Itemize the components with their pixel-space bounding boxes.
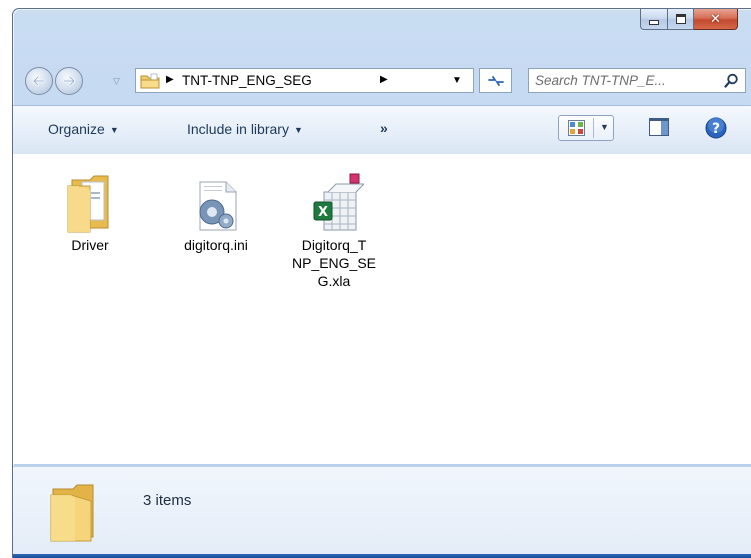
back-button[interactable] <box>25 67 53 95</box>
search-icon[interactable] <box>724 73 739 88</box>
chevron-down-icon: ▼ <box>109 125 119 135</box>
minimize-icon <box>649 19 659 25</box>
navigation-row: ▽ ▶ TNT-TNP_ENG_SEG ▶ ▼ <box>13 62 751 95</box>
svg-text:?: ? <box>712 121 720 137</box>
forward-button[interactable] <box>55 67 83 95</box>
change-view-button[interactable]: ▼ <box>558 115 614 141</box>
folder-icon <box>140 73 160 89</box>
breadcrumb-separator[interactable]: ▶ <box>166 74 174 85</box>
file-name: Digitorq_T NP_ENG_SE G.xla <box>291 237 377 289</box>
more-commands-button[interactable]: » <box>380 120 388 136</box>
config-settings-file-icon <box>199 181 237 231</box>
details-pane: 3 items <box>13 466 751 558</box>
refresh-arrows-icon <box>487 75 504 86</box>
file-list[interactable]: Driver digitorq.ini X Digitorq_T NP_ENG_… <box>13 154 751 464</box>
file-name: digitorq.ini <box>184 237 248 253</box>
help-icon[interactable]: ? <box>705 117 727 139</box>
address-history-chevron-down-icon[interactable]: ▼ <box>452 75 462 86</box>
chevron-down-icon: ▼ <box>293 125 303 135</box>
search-input[interactable] <box>535 69 715 92</box>
preview-pane-icon[interactable] <box>649 118 669 136</box>
search-box[interactable] <box>528 68 746 93</box>
include-in-library-button[interactable]: Include in library ▼ <box>187 121 303 137</box>
minimize-button[interactable] <box>640 9 668 30</box>
breadcrumb-current-folder[interactable]: TNT-TNP_ENG_SEG <box>182 73 312 88</box>
explorer-window: ✕ ▽ ▶ TNT-TNP_ENG_SEG ▶ ▼ Search TNT-TNP… <box>12 8 751 558</box>
recent-pages-chevron-down-icon[interactable]: ▽ <box>113 76 120 87</box>
close-button[interactable]: ✕ <box>694 9 738 30</box>
folder-with-documents-icon <box>67 175 109 233</box>
close-icon: ✕ <box>710 11 721 27</box>
svg-text:X: X <box>318 205 328 220</box>
caption-buttons: ✕ <box>640 9 738 30</box>
change-view-icon <box>568 120 585 136</box>
file-name: Driver <box>71 237 109 253</box>
organize-button[interactable]: Organize ▼ <box>48 121 119 137</box>
address-bar[interactable]: ▶ TNT-TNP_ENG_SEG ▶ ▼ <box>135 68 474 93</box>
breadcrumb-separator[interactable]: ▶ <box>380 74 388 85</box>
refresh-button[interactable] <box>479 68 512 93</box>
organize-label: Organize <box>48 121 105 137</box>
window-bottom-edge <box>13 554 751 558</box>
maximize-button[interactable] <box>668 9 694 30</box>
file-item-digitorq-ini[interactable]: digitorq.ini <box>173 166 259 254</box>
file-item-digitorq-xla[interactable]: X Digitorq_T NP_ENG_SE G.xla <box>291 166 377 290</box>
item-count: 3 items <box>143 492 192 509</box>
folder-icon <box>50 484 94 542</box>
excel-addin-icon: X <box>313 173 364 231</box>
command-bar: Organize ▼ Include in library ▼ » ▼ ? <box>13 105 751 155</box>
back-arrow-icon <box>32 75 46 87</box>
include-in-library-label: Include in library <box>187 121 289 137</box>
view-button-divider <box>593 118 594 138</box>
maximize-icon <box>675 14 686 24</box>
forward-arrow-icon <box>62 75 76 87</box>
view-options-chevron-down-icon[interactable]: ▼ <box>600 122 609 132</box>
file-item-driver[interactable]: Driver <box>47 166 133 254</box>
